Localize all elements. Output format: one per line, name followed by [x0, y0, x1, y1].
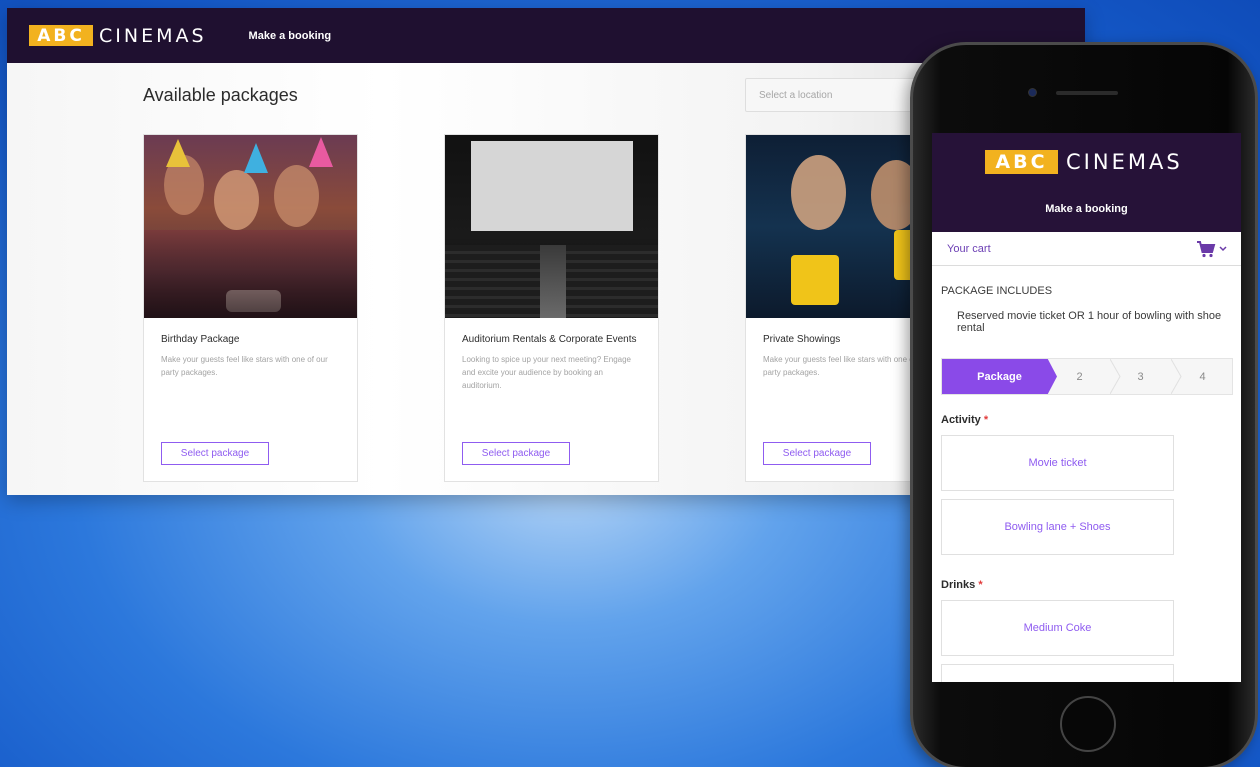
step-2[interactable]: 2 — [1057, 359, 1102, 394]
cart-label: Your cart — [947, 242, 991, 255]
phone-mockup: ABC CINEMAS Make a booking Your cart PAC… — [910, 42, 1258, 767]
cart-icon — [1197, 240, 1216, 257]
mobile-header: ABC CINEMAS Make a booking — [932, 133, 1241, 232]
activity-label: Activity * — [941, 414, 988, 426]
home-button[interactable] — [1060, 696, 1116, 752]
card-description: Looking to spice up your next meeting? E… — [462, 355, 632, 390]
select-package-button[interactable]: Select package — [462, 442, 570, 465]
required-mark: * — [983, 414, 989, 426]
nav-make-booking[interactable]: Make a booking — [932, 203, 1241, 215]
logo-abc: ABC — [985, 150, 1058, 174]
chevron-down-icon — [1219, 245, 1227, 251]
cart-toggle[interactable] — [1196, 240, 1227, 258]
drinks-label-text: Drinks — [941, 579, 976, 591]
card-title: Auditorium Rentals & Corporate Events — [462, 334, 637, 345]
step-4[interactable]: 4 — [1180, 359, 1225, 394]
mobile-screen: ABC CINEMAS Make a booking Your cart PAC… — [932, 133, 1241, 682]
camera-icon — [1028, 88, 1037, 97]
page-title: Available packages — [143, 85, 298, 105]
option-bowling-lane[interactable]: Bowling lane + Shoes — [941, 499, 1174, 555]
package-includes-text: Reserved movie ticket OR 1 hour of bowli… — [957, 310, 1222, 334]
activity-label-text: Activity — [941, 414, 981, 426]
auditorium-photo — [445, 135, 658, 318]
option-movie-ticket[interactable]: Movie ticket — [941, 435, 1174, 491]
booking-stepper: Package 2 3 4 — [941, 358, 1233, 395]
abc-cinemas-logo[interactable]: ABC CINEMAS — [29, 25, 207, 47]
select-package-button[interactable]: Select package — [763, 442, 871, 465]
package-card-birthday: Birthday Package Make your guests feel l… — [143, 134, 358, 482]
card-title: Birthday Package — [161, 334, 240, 345]
logo-cinemas: CINEMAS — [99, 24, 207, 47]
logo-cinemas: CINEMAS — [1066, 150, 1183, 174]
location-select[interactable]: Select a location — [745, 78, 925, 112]
option-medium-coke[interactable]: Medium Coke — [941, 600, 1174, 656]
card-description: Make your guests feel like stars with on… — [161, 355, 328, 377]
cart-bar[interactable]: Your cart — [932, 232, 1241, 266]
step-package[interactable]: Package — [942, 359, 1057, 394]
drinks-label: Drinks * — [941, 579, 983, 591]
package-card-auditorium: Auditorium Rentals & Corporate Events Lo… — [444, 134, 659, 482]
required-mark: * — [978, 579, 983, 591]
option-drink-2[interactable] — [941, 664, 1174, 682]
speaker-grille — [1056, 91, 1118, 95]
site-header: ABC CINEMAS Make a booking — [7, 8, 1085, 63]
abc-cinemas-logo[interactable]: ABC CINEMAS — [985, 150, 1183, 174]
step-3[interactable]: 3 — [1118, 359, 1163, 394]
logo-abc: ABC — [29, 25, 93, 46]
nav-make-booking[interactable]: Make a booking — [249, 30, 332, 42]
card-title: Private Showings — [763, 334, 841, 345]
birthday-party-photo — [144, 135, 357, 318]
package-includes-heading: PACKAGE INCLUDES — [941, 285, 1053, 297]
select-package-button[interactable]: Select package — [161, 442, 269, 465]
